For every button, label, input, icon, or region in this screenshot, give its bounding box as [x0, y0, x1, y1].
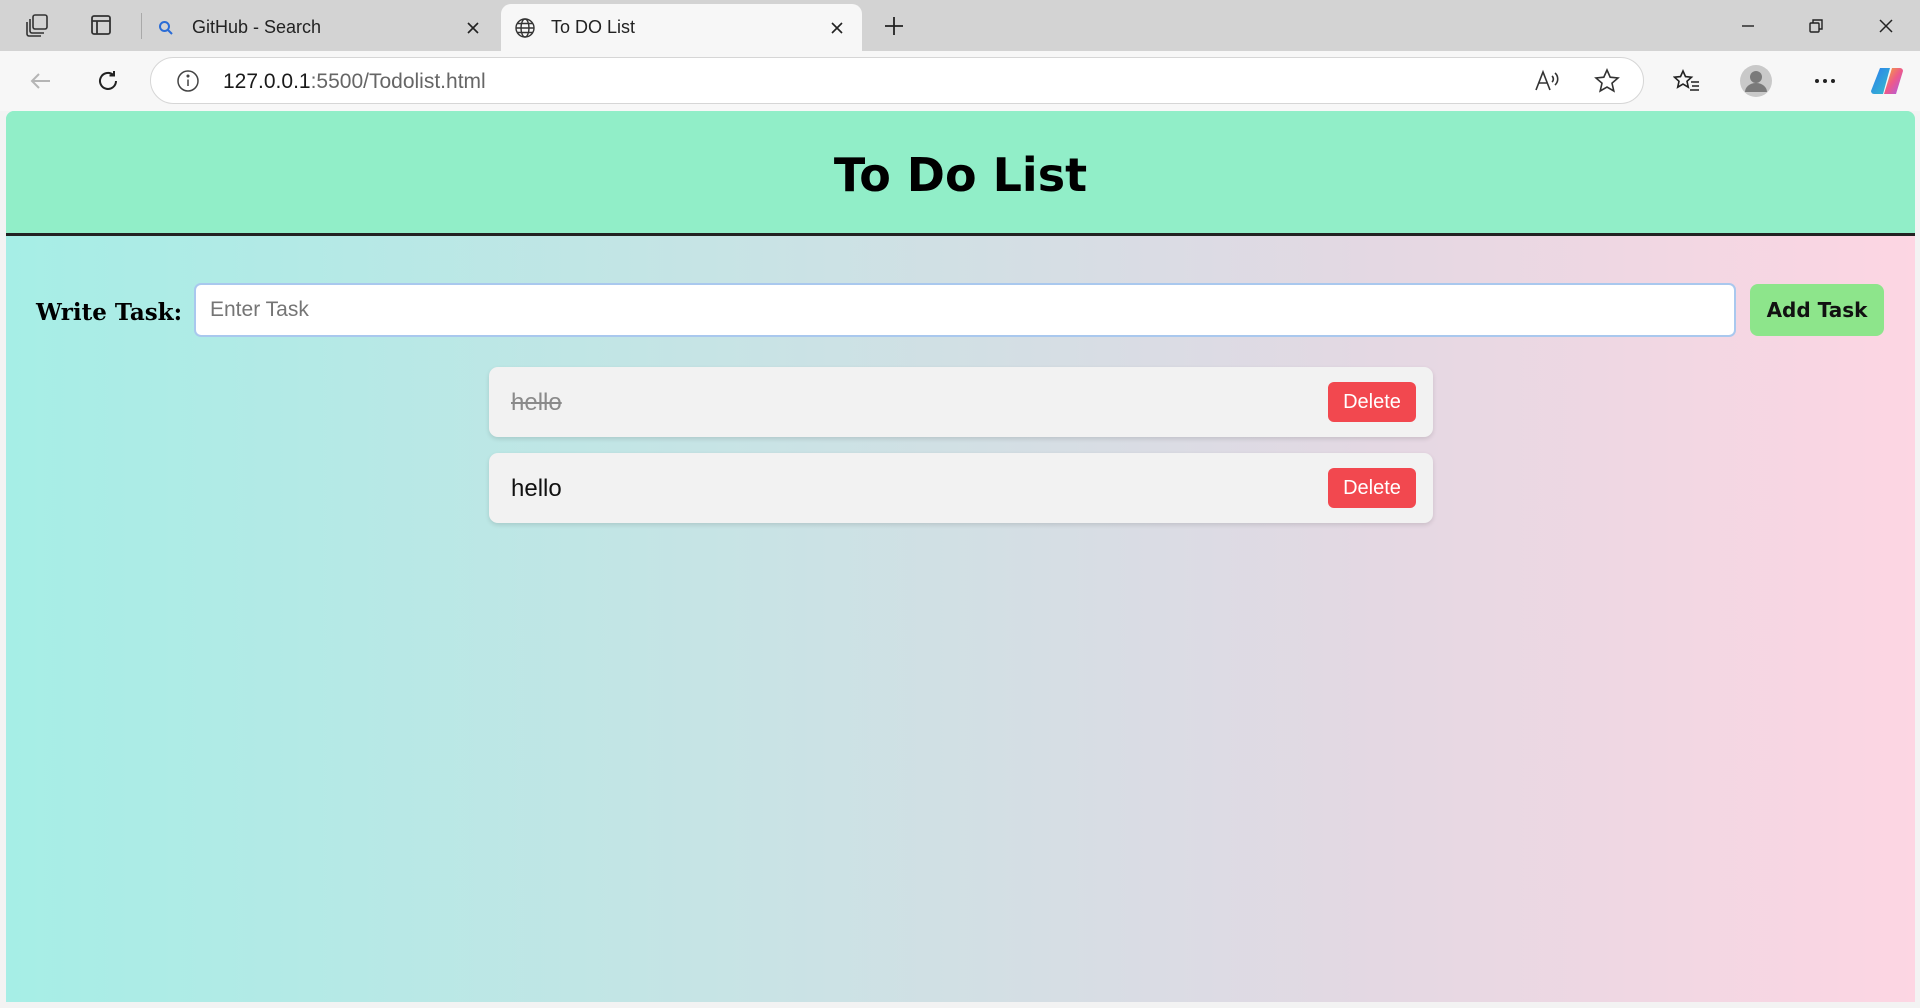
address-url[interactable]: 127.0.0.1:5500/Todolist.html: [223, 70, 486, 94]
delete-task-button[interactable]: Delete: [1328, 382, 1416, 422]
task-item[interactable]: hello Delete: [489, 453, 1433, 523]
info-icon[interactable]: [175, 68, 201, 94]
tab-github-search[interactable]: GitHub - Search: [142, 4, 498, 51]
page-header: To Do List: [6, 111, 1915, 236]
read-aloud-icon[interactable]: [1531, 66, 1563, 96]
write-task-label: Write Task:: [36, 299, 183, 326]
tab-todo-list[interactable]: To DO List: [501, 4, 862, 51]
browser-tab-strip: GitHub - Search To DO List: [0, 0, 1920, 51]
globe-icon: [513, 16, 537, 40]
back-icon[interactable]: [20, 61, 62, 101]
tab-actions-icon[interactable]: [83, 8, 119, 42]
close-icon[interactable]: [458, 13, 488, 43]
more-icon[interactable]: [1804, 61, 1846, 101]
favorite-star-icon[interactable]: [1591, 66, 1623, 96]
tab-title: GitHub - Search: [192, 17, 322, 37]
task-item-completed[interactable]: hello Delete: [489, 367, 1433, 437]
copilot-icon[interactable]: [1866, 61, 1908, 101]
minimize-button[interactable]: [1714, 0, 1782, 51]
url-path: :5500/Todolist.html: [310, 70, 486, 93]
url-host: 127.0.0.1: [223, 70, 311, 93]
browser-toolbar: 127.0.0.1:5500/Todolist.html: [0, 51, 1920, 111]
refresh-icon[interactable]: [87, 61, 129, 101]
close-icon[interactable]: [822, 13, 852, 43]
add-task-button[interactable]: Add Task: [1750, 284, 1884, 336]
task-input[interactable]: [194, 283, 1736, 337]
delete-task-button[interactable]: Delete: [1328, 468, 1416, 508]
workspaces-icon[interactable]: [20, 8, 56, 42]
restore-button[interactable]: [1782, 0, 1850, 51]
tab-title: To DO List: [551, 17, 636, 37]
favorites-icon[interactable]: [1666, 61, 1708, 101]
page-viewport: To Do List Write Task: Add Task hello De…: [6, 111, 1915, 1002]
task-text[interactable]: hello: [511, 475, 562, 503]
page-title: To Do List: [833, 148, 1088, 202]
new-tab-button[interactable]: [874, 8, 914, 44]
profile-icon[interactable]: [1735, 61, 1777, 101]
task-text[interactable]: hello: [511, 389, 562, 417]
address-bar[interactable]: 127.0.0.1:5500/Todolist.html: [150, 57, 1644, 104]
search-icon: [154, 16, 178, 40]
task-list: hello Delete hello Delete: [489, 367, 1433, 539]
close-window-button[interactable]: [1852, 0, 1920, 51]
